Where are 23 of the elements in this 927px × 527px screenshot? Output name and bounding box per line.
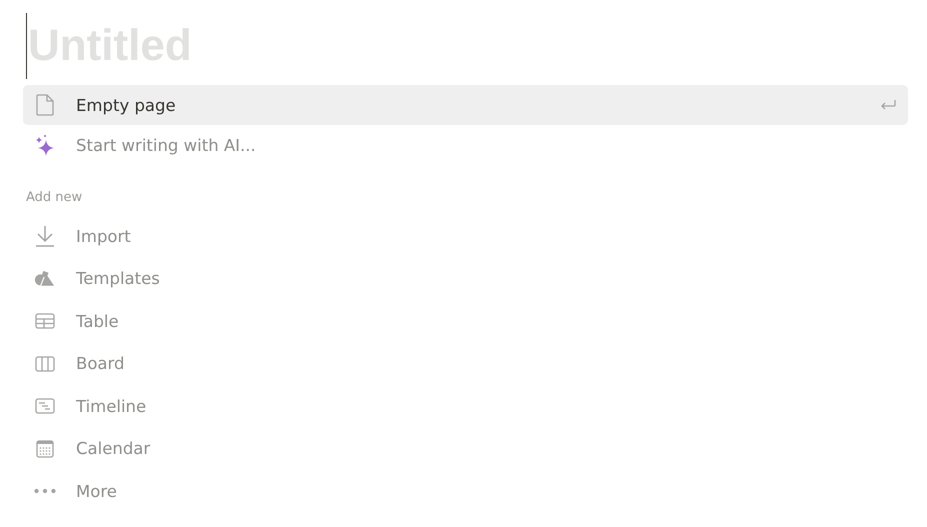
table-icon <box>35 313 55 330</box>
enter-key-icon <box>880 99 896 111</box>
timeline-icon <box>35 398 55 414</box>
menu-item-label[interactable]: Calendar <box>76 439 896 458</box>
menu-item-label[interactable]: Timeline <box>76 396 896 416</box>
menu-item-label: Start writing with AI... <box>76 136 257 154</box>
sparkle-icon <box>35 134 55 156</box>
menu-item-label[interactable]: Import <box>76 226 896 246</box>
download-icon <box>35 225 55 248</box>
menu-item-label[interactable]: Table <box>76 312 896 331</box>
menu-item[interactable]: Empty page <box>23 85 908 125</box>
columns-icon <box>35 356 55 372</box>
page-icon <box>36 94 54 116</box>
menu-item-label[interactable]: More <box>76 482 896 501</box>
more-icon <box>34 488 56 494</box>
text-cursor <box>26 12 27 78</box>
menu-item[interactable]: Start writing with AI... <box>23 125 908 165</box>
menu-item-label[interactable]: Board <box>76 354 896 374</box>
menu-item-label: Empty page <box>76 96 177 114</box>
menu-item-label[interactable]: Templates <box>76 269 896 288</box>
calendar-icon <box>36 440 54 458</box>
section-heading: Add new <box>25 189 84 207</box>
shapes-icon <box>34 270 56 288</box>
